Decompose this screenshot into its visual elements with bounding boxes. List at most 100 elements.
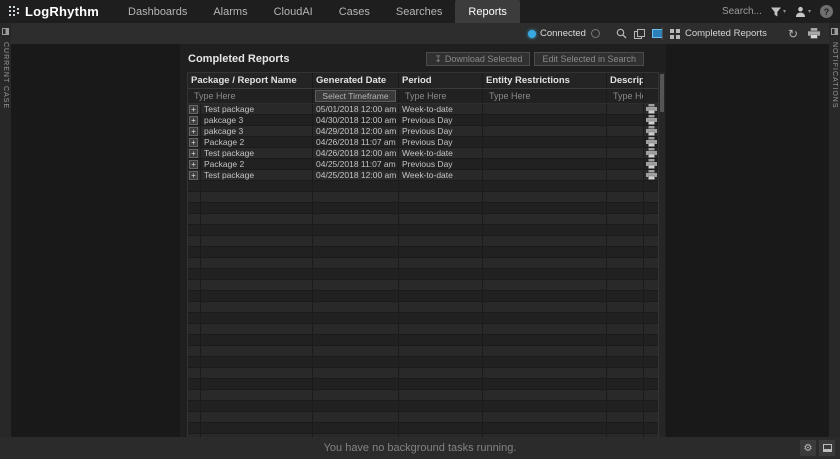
nav-item-alarms[interactable]: Alarms [200,0,260,23]
logo-text: LogRhythm [25,4,99,19]
collapse-panel-icon[interactable] [2,28,9,35]
status-circle-icon[interactable] [591,29,600,38]
cell-package-name: pakcage 3 [201,115,313,126]
table-row[interactable]: + pakcage 3 04/30/2018 12:00 am Previous… [188,115,658,126]
nav-item-dashboards[interactable]: Dashboards [115,0,200,23]
notifications-rail[interactable]: NOTIFICATIONS [829,23,840,437]
table-row-empty [188,236,658,247]
cell-period: Previous Day [399,126,483,137]
table-row-empty [188,247,658,258]
chevron-down-icon: ▾ [783,8,786,15]
header-package-report-name[interactable]: Package / Report Name [188,73,313,88]
view-selector[interactable]: Completed Reports [670,23,767,44]
panels-icon[interactable] [634,29,645,39]
cell-description [607,115,644,126]
cell-package-name: Test package [201,148,313,159]
user-menu[interactable]: ▾ [795,6,811,17]
help-icon[interactable]: ? [820,5,833,18]
background-tasks-message: You have no background tasks running. [324,442,517,454]
table-row-empty [188,269,658,280]
refresh-icon[interactable]: ↻ [788,28,798,40]
scrollbar-thumb[interactable] [660,74,664,112]
nav-item-cloudai[interactable]: CloudAI [261,0,326,23]
table-row-empty [188,203,658,214]
logrhythm-logo: LogRhythm [8,4,99,19]
table-row[interactable]: + Test package 04/25/2018 12:00 am Week-… [188,170,658,181]
header-description[interactable]: Description [607,73,644,88]
table-row[interactable]: + Test package 05/01/2018 12:00 am Week-… [188,104,658,115]
panel-buttons: ↧ Download Selected Edit Selected in Sea… [426,52,644,66]
table-row-empty [188,412,658,423]
cell-generated-date: 04/26/2018 12:00 am [313,148,399,159]
table-row[interactable]: + Test package 04/26/2018 12:00 am Week-… [188,148,658,159]
current-case-rail[interactable]: CURRENT CASE [0,23,11,437]
filter-name-input[interactable]: Type Here [188,89,313,103]
cell-generated-date: 04/25/2018 11:07 am [313,159,399,170]
cell-package-name: pakcage 3 [201,126,313,137]
connected-status-dot [528,30,536,38]
print-icon[interactable] [808,28,820,39]
table-row-empty [188,258,658,269]
cell-generated-date: 04/30/2018 12:00 am [313,115,399,126]
table-row[interactable]: + pakcage 3 04/29/2018 12:00 am Previous… [188,126,658,137]
print-report-icon[interactable] [646,159,657,169]
cell-period: Previous Day [399,137,483,148]
collapse-panel-icon[interactable] [831,28,838,35]
print-report-icon[interactable] [646,137,657,147]
table-body: + Test package 05/01/2018 12:00 am Week-… [188,104,658,437]
header-entity-restrictions[interactable]: Entity Restrictions [483,73,607,88]
table-row-empty [188,390,658,401]
connected-label: Connected [540,28,586,39]
print-report-icon[interactable] [646,115,657,125]
cell-period: Week-to-date [399,170,483,181]
table-row-empty [188,357,658,368]
expand-row-icon[interactable]: + [189,160,198,169]
table-row[interactable]: + Package 2 04/25/2018 11:07 am Previous… [188,159,658,170]
gear-icon[interactable]: ⚙ [800,440,816,456]
table-row-empty [188,214,658,225]
table-scrollbar[interactable] [659,72,665,437]
cell-period: Week-to-date [399,104,483,115]
filter-entity-input[interactable]: Type Here [483,89,607,103]
expand-row-icon[interactable]: + [189,149,198,158]
cell-description [607,126,644,137]
header-generated-date[interactable]: Generated Date [313,73,399,88]
download-selected-button[interactable]: ↧ Download Selected [426,52,530,66]
cell-entity-restrictions [483,115,607,126]
print-report-icon[interactable] [646,148,657,158]
table-row-empty [188,291,658,302]
cell-generated-date: 05/01/2018 12:00 am [313,104,399,115]
select-timeframe-button[interactable]: Select Timeframe [315,90,396,102]
nav-item-searches[interactable]: Searches [383,0,455,23]
header-period[interactable]: Period [399,73,483,88]
print-report-icon[interactable] [646,126,657,136]
filter-options-menu[interactable]: ▾ [771,7,786,17]
cell-generated-date: 04/26/2018 11:07 am [313,137,399,148]
task-console-icon[interactable] [819,440,835,456]
expand-row-icon[interactable]: + [189,127,198,136]
cell-entity-restrictions [483,159,607,170]
zoom-icon[interactable] [616,28,627,39]
completed-reports-table: Package / Report Name Generated Date Per… [187,72,659,437]
topnav-right-group: Search... ▾ ▾ ? [722,5,840,18]
nav-item-cases[interactable]: Cases [326,0,383,23]
search-input[interactable]: Search... [722,6,762,17]
filter-period-input[interactable]: Type Here [399,89,483,103]
expand-row-icon[interactable]: + [189,105,198,114]
table-row[interactable]: + Package 2 04/26/2018 11:07 am Previous… [188,137,658,148]
expand-row-icon[interactable]: + [189,171,198,180]
expand-row-icon[interactable]: + [189,116,198,125]
view-label: Completed Reports [685,28,767,39]
filter-description-input[interactable]: Type Here [607,89,644,103]
print-report-icon[interactable] [646,170,657,180]
expand-row-icon[interactable]: + [189,138,198,147]
table-row-empty [188,324,658,335]
edit-selected-label: Edit Selected in Search [542,54,636,64]
edit-selected-in-search-button[interactable]: Edit Selected in Search [534,52,644,66]
toolbar-right-icons: ↻ [788,23,820,44]
print-report-icon[interactable] [646,104,657,114]
nav-item-reports[interactable]: Reports [455,0,520,23]
cell-package-name: Package 2 [201,159,313,170]
connection-status: Connected [528,23,586,44]
cell-description [607,148,644,159]
